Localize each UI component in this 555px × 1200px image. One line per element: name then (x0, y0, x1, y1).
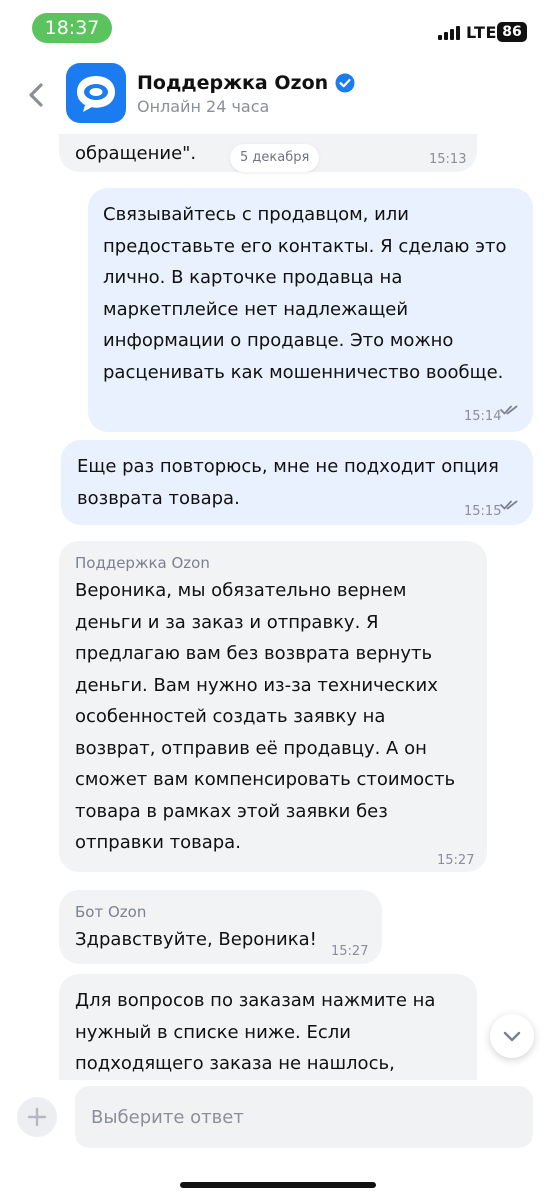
message-line: предоставьте его контакты. Я сделаю это (103, 235, 507, 257)
chevron-left-icon (29, 83, 43, 107)
verified-check-icon (335, 73, 355, 93)
message-time: 15:14 (464, 409, 502, 424)
message-outgoing: Еще раз повторюсь, мне не подходит опция… (61, 440, 533, 525)
message-sender: Поддержка Ozon (75, 554, 210, 572)
message-line: возврата товара. (77, 487, 240, 509)
message-line: сможет вам компенсировать стоимость (75, 769, 456, 790)
scroll-down-button[interactable] (490, 1014, 534, 1058)
message-line: маркетплейсе нет надлежащей (103, 298, 409, 320)
avatar[interactable] (66, 63, 126, 123)
message-line: лично. В карточке продавца на (103, 267, 403, 288)
message-time: 15:27 (437, 853, 475, 868)
message-line: нужный в списке ниже. Если (75, 1021, 351, 1043)
message-time: 15:13 (429, 152, 467, 167)
battery-icon: 86 (497, 22, 527, 42)
message-time: 15:15 (464, 504, 502, 519)
message-line: расценивать как мошенничество вообще. (103, 361, 504, 383)
message-text: Бот Ozon Здравствуйте, Вероника! (75, 902, 317, 956)
chat-title-row: Поддержка Ozon (137, 70, 355, 96)
message-line: предлагаю вам без возврата вернуть (75, 643, 433, 664)
message-line: деньги. Вам нужно из-за технических (75, 674, 438, 696)
message-line: Для вопросов по заказам нажмите на (75, 990, 436, 1011)
message-line: информации о продавце. Это можно (103, 330, 454, 351)
message-line: Вероника, мы обязательно вернем (75, 580, 407, 601)
message-line: отправки товара. (75, 832, 241, 853)
message-line: Еще раз повторюсь, мне не подходит опция (77, 456, 499, 477)
plus-icon (27, 1107, 47, 1127)
message-text: Связывайтесь с продавцом, или предоставь… (103, 199, 507, 388)
message-sender: Бот Ozon (75, 903, 147, 921)
message-time: 15:27 (331, 944, 369, 959)
message-incoming: Для вопросов по заказам нажмите на нужны… (59, 974, 477, 1080)
message-line: деньги и за заказ и отправку. Я (75, 611, 379, 633)
network-type: LTE (466, 23, 497, 42)
message-line: подходящего заказа не нашлось, (75, 1053, 395, 1074)
chat-bubble-logo-icon (77, 76, 115, 112)
message-line: возврат, отправив её продавцу. А он (75, 737, 427, 759)
back-button[interactable] (20, 78, 54, 112)
message-incoming: Бот Ozon Здравствуйте, Вероника! 15:27 (59, 890, 382, 964)
message-outgoing: Связывайтесь с продавцом, или предоставь… (88, 188, 533, 432)
message-line: особенностей создать заявку на (75, 706, 386, 727)
message-text: Еще раз повторюсь, мне не подходит опция… (77, 451, 499, 514)
input-bar (0, 1080, 555, 1200)
message-list[interactable]: обращение". 15:13 5 декабря Связывайтесь… (0, 134, 555, 1080)
message-line: Связывайтесь с продавцом, или (103, 204, 410, 225)
message-text: обращение". (75, 138, 196, 170)
message-line: товара в рамках этой заявки без (75, 800, 388, 822)
chat-header: Поддержка Ozon Онлайн 24 часа (0, 58, 555, 134)
message-text: Поддержка Ozon Вероника, мы обязательно … (75, 553, 455, 859)
chat-title: Поддержка Ozon (137, 72, 329, 94)
chevron-down-icon (503, 1031, 521, 1042)
battery-level: 86 (502, 24, 522, 40)
message-incoming: Поддержка Ozon Вероника, мы обязательно … (59, 541, 487, 872)
chat-subtitle: Онлайн 24 часа (137, 97, 270, 116)
reply-input[interactable] (75, 1086, 533, 1148)
status-bar: 18:37 LTE 86 (0, 0, 555, 58)
message-line: Здравствуйте, Вероника! (75, 929, 317, 950)
signal-icon (438, 26, 460, 40)
message-line: обращение". (75, 143, 197, 164)
double-check-icon (500, 500, 518, 510)
add-attachment-button[interactable] (17, 1097, 57, 1137)
double-check-icon (500, 405, 518, 415)
home-indicator (180, 1182, 376, 1188)
message-text: Для вопросов по заказам нажмите на нужны… (75, 985, 435, 1080)
status-time: 18:37 (32, 13, 112, 43)
date-separator: 5 декабря (230, 144, 320, 172)
